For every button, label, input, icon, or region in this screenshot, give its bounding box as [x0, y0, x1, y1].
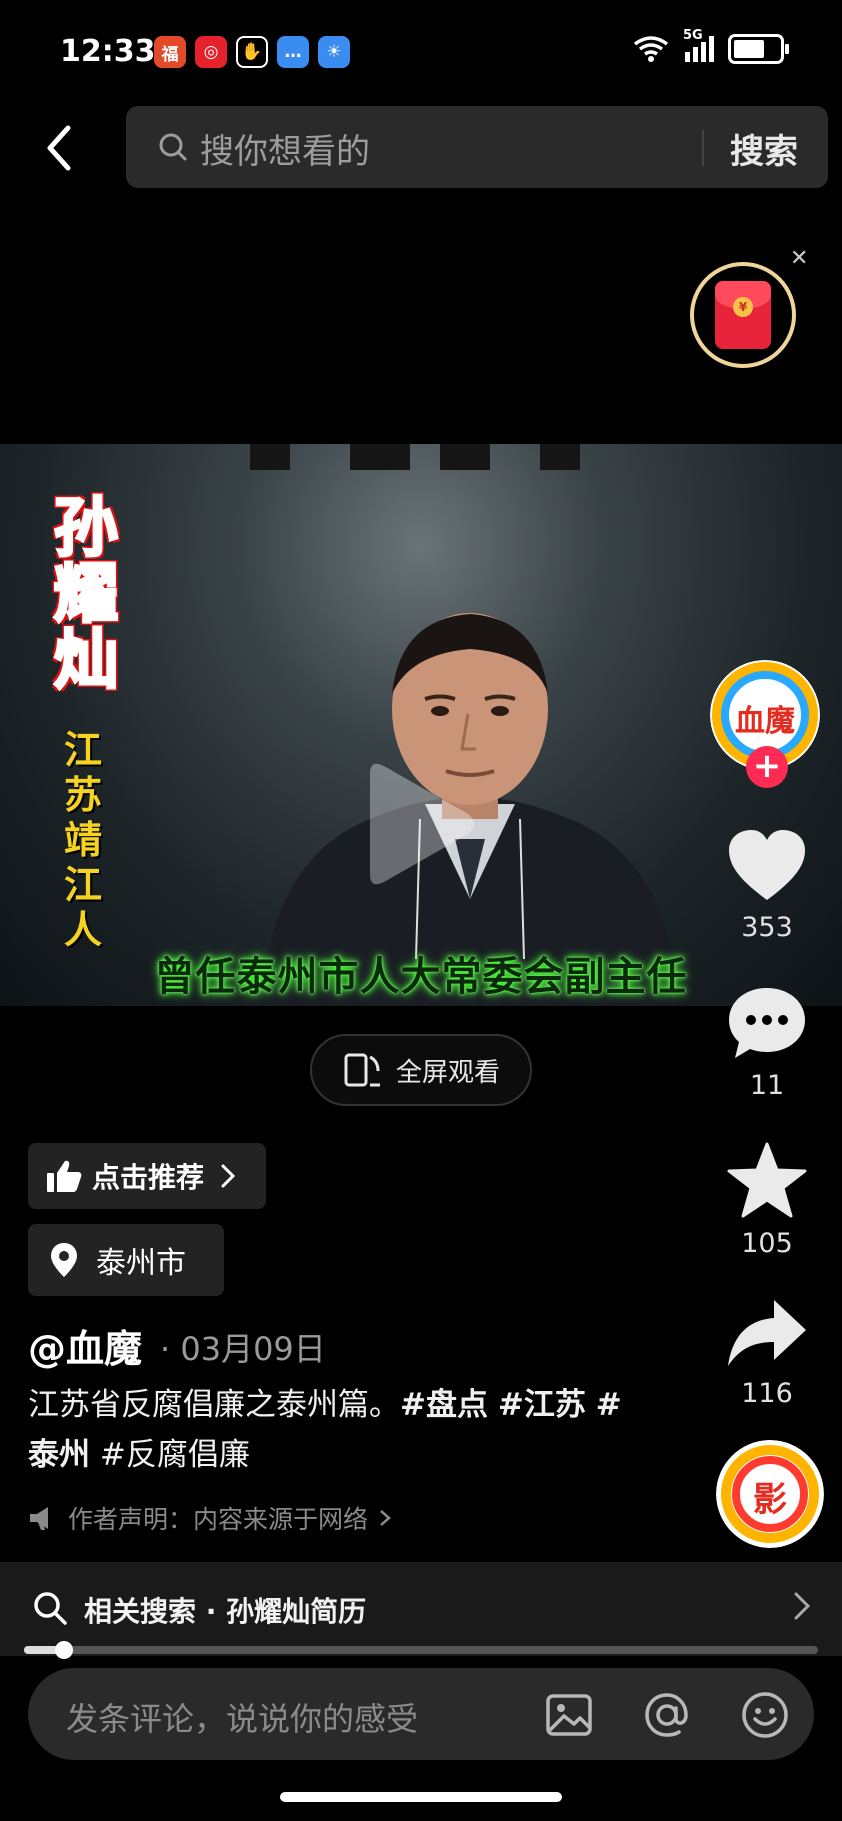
- chevron-right-icon: [794, 1592, 811, 1620]
- star-icon: [727, 1142, 807, 1218]
- hashtag-link[interactable]: #江苏: [498, 1387, 586, 1423]
- red-app-icon: 福: [154, 36, 186, 68]
- megaphone-icon: [30, 1507, 48, 1530]
- message-app-icon: …: [277, 36, 309, 68]
- disclaimer-text: 作者声明：内容来源于网络: [68, 1505, 369, 1534]
- comment-placeholder: 发条评论，说说你的感受: [66, 1700, 419, 1738]
- post-description: 江苏省反腐倡廉之泰州篇。#盘点 #江苏 #泰州 #反腐倡廉: [28, 1387, 622, 1473]
- target-app-icon: ◎: [195, 36, 227, 68]
- music-disc[interactable]: 影: [716, 1440, 824, 1548]
- hashtag-link[interactable]: #反腐倡廉: [100, 1437, 250, 1473]
- status-app-icons: 福 ◎ ✋ … ☀: [154, 36, 350, 68]
- heart-icon: [729, 830, 805, 900]
- search-button[interactable]: 搜索: [730, 124, 798, 173]
- share-button[interactable]: 116: [712, 1298, 822, 1409]
- hand-app-icon: ✋: [236, 36, 268, 68]
- favorite-count: 105: [741, 1228, 793, 1259]
- like-count: 353: [741, 912, 793, 943]
- video-place-overlay: 江苏靖江人: [63, 728, 102, 952]
- close-icon[interactable]: ✕: [790, 246, 808, 271]
- thumbs-up-icon: [47, 1160, 82, 1192]
- location-pin-icon: [51, 1243, 77, 1277]
- author-disclaimer[interactable]: 作者声明：内容来源于网络: [28, 1500, 392, 1536]
- signal-icon: 5G: [683, 28, 714, 62]
- search-icon: [34, 1592, 67, 1625]
- status-indicators: 5G: [631, 28, 789, 64]
- search-placeholder: 搜你想看的: [200, 132, 370, 172]
- video-name-overlay: 孙耀灿: [53, 492, 120, 698]
- progress-scrubber[interactable]: [54, 1641, 73, 1659]
- avatar-text: 血魔: [735, 704, 795, 739]
- related-search-text: 相关搜索 · 孙耀灿简历: [84, 1595, 367, 1628]
- share-count: 116: [741, 1378, 793, 1409]
- chevron-right-icon: [221, 1164, 236, 1188]
- location-label: 泰州市: [96, 1246, 186, 1281]
- post-date: · 03月09日: [160, 1330, 326, 1368]
- comment-icon: [729, 988, 805, 1058]
- share-icon: [728, 1300, 806, 1366]
- recommend-button[interactable]: 点击推荐: [28, 1143, 266, 1209]
- image-icon[interactable]: [542, 1688, 596, 1742]
- red-packet-button[interactable]: ¥: [690, 262, 796, 368]
- search-icon: [159, 133, 187, 161]
- weather-app-icon: ☀: [318, 36, 350, 68]
- follow-button[interactable]: +: [746, 746, 788, 788]
- chevron-right-icon: [380, 1510, 391, 1526]
- status-time: 12:33: [60, 34, 156, 69]
- comment-button[interactable]: 11: [712, 986, 822, 1101]
- mention-icon[interactable]: [640, 1688, 694, 1742]
- author-name[interactable]: @血魔: [28, 1318, 142, 1373]
- disc-text: 影: [753, 1480, 787, 1520]
- battery-icon: [728, 34, 789, 64]
- fullscreen-button[interactable]: 全屏观看: [310, 1034, 532, 1106]
- like-button[interactable]: 353: [712, 830, 822, 943]
- fullscreen-label: 全屏观看: [395, 1057, 500, 1088]
- home-indicator[interactable]: [280, 1792, 562, 1802]
- recommend-label: 点击推荐: [92, 1161, 205, 1194]
- wifi-icon: [633, 36, 669, 62]
- search-divider: [702, 130, 704, 166]
- favorite-button[interactable]: 105: [712, 1142, 822, 1259]
- hashtag-link[interactable]: #盘点: [400, 1387, 488, 1423]
- red-envelope-icon: ¥: [715, 281, 771, 349]
- back-button[interactable]: [40, 122, 80, 174]
- comment-count: 11: [749, 1070, 785, 1101]
- progress-track[interactable]: [24, 1646, 818, 1654]
- location-button[interactable]: 泰州市: [28, 1224, 224, 1296]
- emoji-icon[interactable]: [738, 1688, 792, 1742]
- rotate-screen-icon: [344, 1053, 380, 1087]
- play-icon[interactable]: [360, 754, 480, 894]
